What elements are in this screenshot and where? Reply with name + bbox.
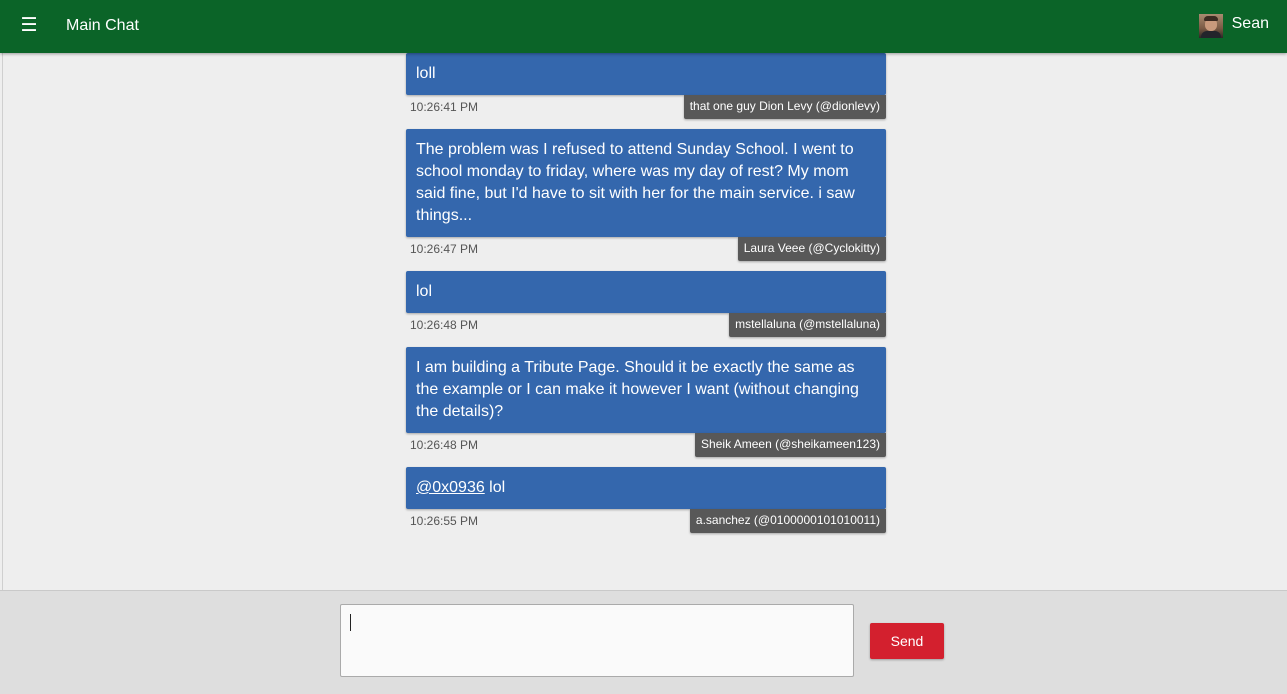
chat-message: I am building a Tribute Page. Should it … [406,347,886,457]
message-time: 10:26:55 PM [410,514,479,528]
message-author[interactable]: that one guy Dion Levy (@dionlevy) [683,95,886,119]
message-text: I am building a Tribute Page. Should it … [416,359,859,420]
chat-message: loll 10:26:41 PM that one guy Dion Levy … [406,53,886,119]
message-list[interactable]: loll 10:26:41 PM that one guy Dion Levy … [2,53,1287,590]
message-bubble: The problem was I refused to attend Sund… [406,129,886,237]
message-time: 10:26:48 PM [410,438,479,452]
text-cursor [350,614,351,631]
message-time: 10:26:48 PM [410,318,479,332]
message-author[interactable]: Sheik Ameen (@sheikameen123) [695,433,886,457]
message-text: lol [484,479,506,496]
user-name: Sean [1231,15,1269,32]
message-bubble: lol [406,271,886,313]
message-composer: Send [0,590,1287,694]
message-bubble: loll [406,53,886,95]
page-title: Main Chat [66,17,139,34]
message-text: lol [416,283,433,300]
message-author[interactable]: mstellaluna (@mstellaluna) [729,313,886,337]
message-time: 10:26:41 PM [410,100,479,114]
message-text: The problem was I refused to attend Sund… [416,141,855,224]
chat-message: The problem was I refused to attend Sund… [406,129,886,261]
chat-message: @0x0936 lol 10:26:55 PM a.sanchez (@0100… [406,467,886,533]
message-input[interactable] [340,604,854,677]
message-text: loll [416,65,436,82]
message-time: 10:26:47 PM [410,242,479,256]
user-avatar[interactable] [1198,13,1223,38]
message-bubble: I am building a Tribute Page. Should it … [406,347,886,433]
user-menu[interactable]: Sean [1198,12,1269,39]
message-bubble: @0x0936 lol [406,467,886,509]
top-app-bar: ☰ Main Chat Sean [0,0,1287,53]
message-author[interactable]: Laura Veee (@Cyclokitty) [737,237,886,261]
send-button[interactable]: Send [870,623,944,659]
message-author[interactable]: a.sanchez (@0100000101010011) [689,509,886,533]
chat-message: lol 10:26:48 PM mstellaluna (@mstellalun… [406,271,886,337]
user-mention-link[interactable]: @0x0936 [416,479,485,496]
hamburger-menu-icon[interactable]: ☰ [19,14,39,38]
